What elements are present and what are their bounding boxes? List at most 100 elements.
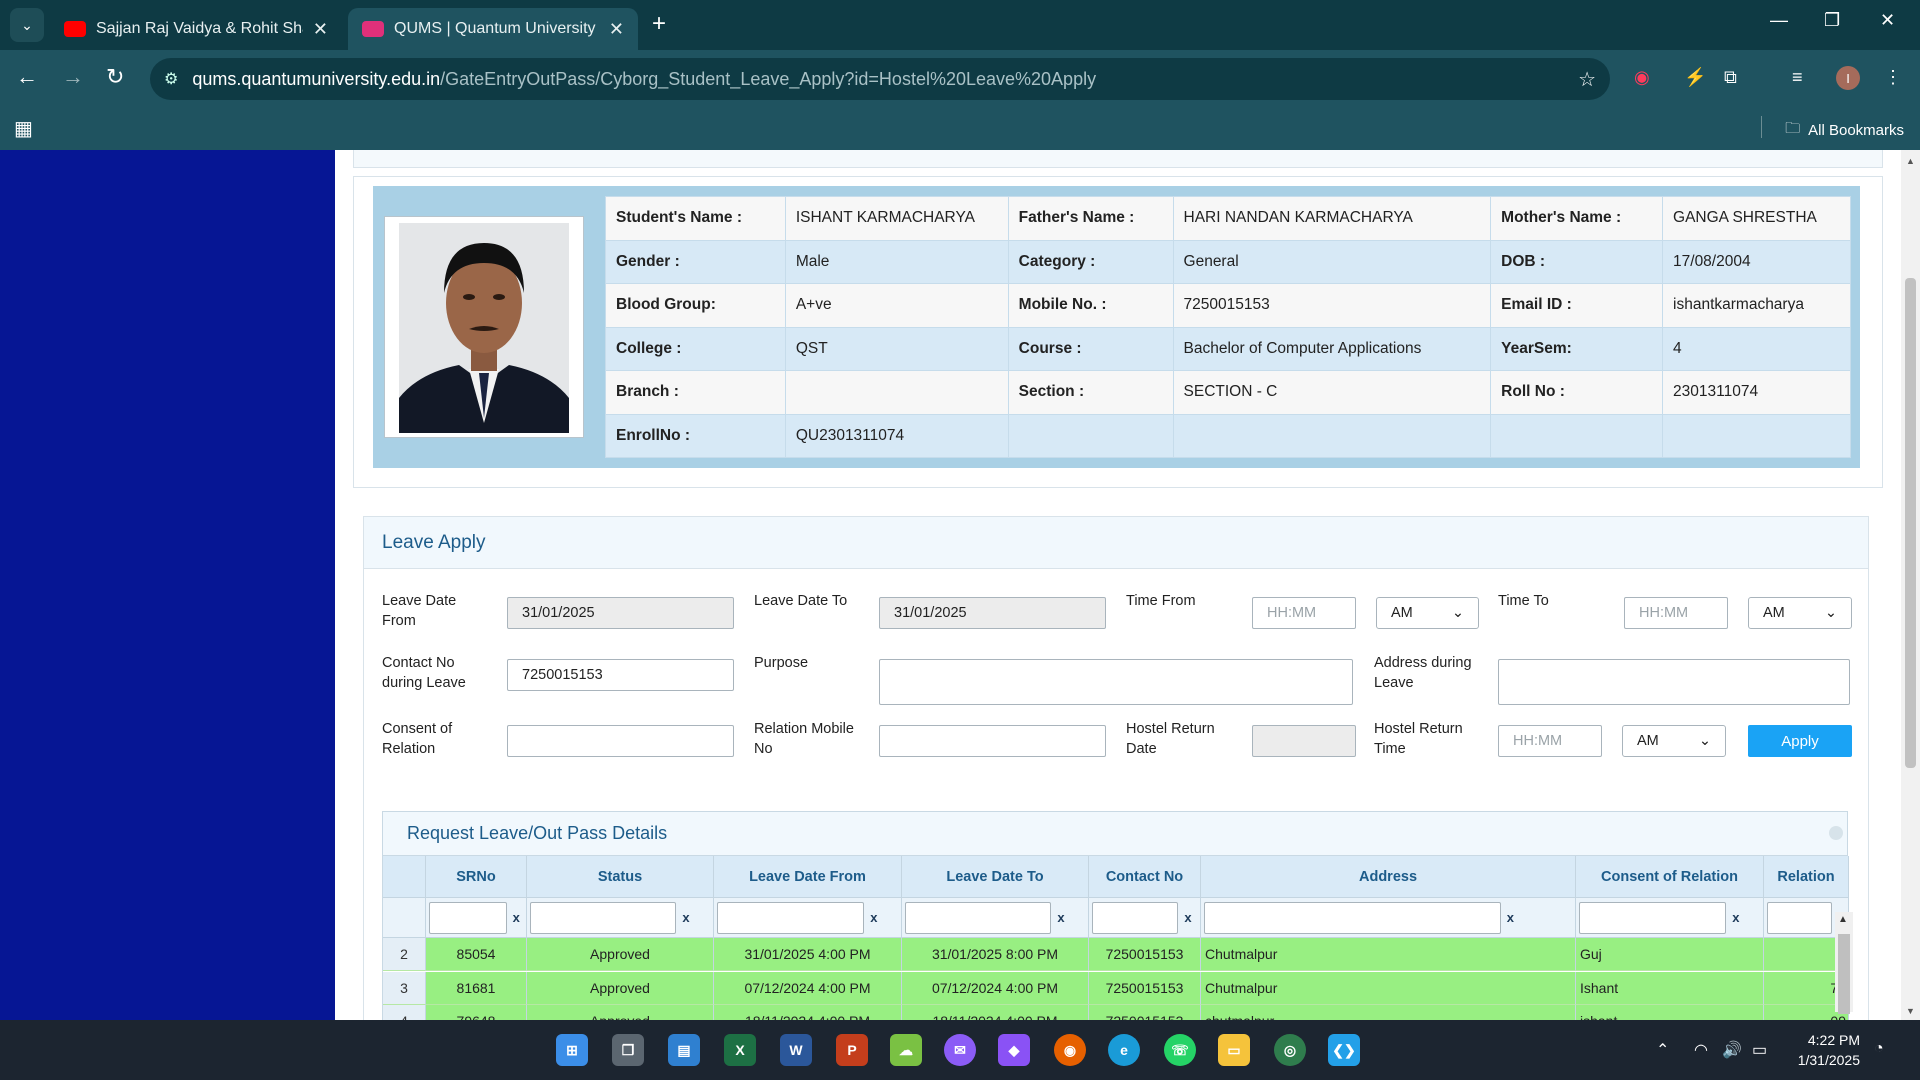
- excel-icon[interactable]: X: [724, 1034, 756, 1066]
- contact-input[interactable]: 7250015153: [507, 659, 734, 691]
- firefox-icon[interactable]: ◉: [1054, 1034, 1086, 1066]
- address-textarea[interactable]: [1498, 659, 1850, 705]
- wifi-icon[interactable]: ◠: [1694, 1040, 1708, 1060]
- hostel-return-ampm-select[interactable]: AM ⌄: [1622, 725, 1726, 757]
- hostel-return-date-label: Hostel Return Date: [1126, 721, 1215, 757]
- extension-record-icon[interactable]: ◉: [1634, 67, 1650, 88]
- vscode-icon[interactable]: ❮❯: [1328, 1034, 1360, 1066]
- onedrive-icon[interactable]: ☁: [890, 1034, 922, 1066]
- filter-input[interactable]: [1092, 901, 1179, 934]
- reload-icon[interactable]: ↻: [106, 64, 124, 90]
- scroll-up-icon[interactable]: ▲: [1906, 156, 1915, 166]
- clear-filter-icon[interactable]: x: [870, 910, 877, 925]
- powerpoint-icon[interactable]: P: [836, 1034, 868, 1066]
- extension-icon[interactable]: ⚡: [1684, 67, 1706, 88]
- media-control-icon[interactable]: ≡: [1792, 67, 1803, 88]
- forward-icon[interactable]: →: [62, 64, 84, 90]
- url-bar[interactable]: ⚙ qums.quantumuniversity.edu.in /GateEnt…: [150, 58, 1610, 100]
- column-header[interactable]: Leave Date From: [714, 856, 902, 898]
- tab-title: QUMS | Quantum University Ma: [394, 20, 599, 37]
- filter-input[interactable]: [1767, 901, 1832, 934]
- column-header[interactable]: Relation: [1764, 856, 1849, 898]
- table-row[interactable]: 2 85054 Approved 31/01/2025 4:00 PM 31/01/20…: [383, 938, 1849, 971]
- filter-input[interactable]: [1579, 901, 1727, 934]
- apply-button[interactable]: Apply: [1748, 725, 1852, 757]
- scroll-thumb[interactable]: [1838, 934, 1850, 1014]
- info-label: [1007, 413, 1174, 458]
- leave-date-from-input[interactable]: 31/01/2025: [507, 597, 734, 629]
- consent-input[interactable]: [507, 725, 734, 757]
- clear-filter-icon[interactable]: x: [513, 910, 520, 925]
- close-tab-icon[interactable]: ✕: [609, 19, 624, 40]
- clear-filter-icon[interactable]: x: [1184, 910, 1191, 925]
- time-from-input[interactable]: HH:MM: [1252, 597, 1356, 629]
- purpose-textarea[interactable]: [879, 659, 1353, 705]
- filter-input[interactable]: [905, 901, 1052, 934]
- time-from-ampm-select[interactable]: AM ⌄: [1376, 597, 1479, 629]
- site-info-icon[interactable]: ⚙: [164, 69, 178, 89]
- back-icon[interactable]: ←: [16, 64, 38, 90]
- extensions-puzzle-icon[interactable]: ⧉: [1724, 67, 1737, 88]
- close-window-icon[interactable]: ✕: [1880, 10, 1895, 31]
- hostel-return-time-input[interactable]: HH:MM: [1498, 725, 1602, 757]
- all-bookmarks-button[interactable]: 🗀 All Bookmarks: [1761, 116, 1904, 143]
- filter-input[interactable]: [530, 901, 677, 934]
- app-icon[interactable]: ◆: [998, 1034, 1030, 1066]
- new-tab-button[interactable]: +: [652, 10, 666, 38]
- folder-icon: 🗀: [1785, 120, 1801, 137]
- edge-icon[interactable]: e: [1108, 1034, 1140, 1066]
- tab-qums[interactable]: QUMS | Quantum University Ma ✕: [348, 8, 638, 50]
- leave-date-to-input[interactable]: 31/01/2025: [879, 597, 1106, 629]
- filter-input[interactable]: [717, 901, 865, 934]
- profile-avatar[interactable]: I: [1836, 66, 1860, 90]
- windows-start-icon[interactable]: ⊞: [556, 1034, 588, 1066]
- store-icon[interactable]: ▤: [668, 1034, 700, 1066]
- word-icon[interactable]: W: [780, 1034, 812, 1066]
- messenger-icon[interactable]: ✉: [944, 1034, 976, 1066]
- time-to-ampm-select[interactable]: AM ⌄: [1748, 597, 1852, 629]
- bookmark-star-icon[interactable]: ☆: [1578, 67, 1596, 92]
- battery-icon[interactable]: ▭: [1752, 1040, 1767, 1060]
- scroll-down-icon[interactable]: ▼: [1906, 1006, 1915, 1016]
- minimize-icon[interactable]: —: [1770, 10, 1788, 31]
- volume-icon[interactable]: 🔊: [1722, 1040, 1742, 1060]
- grid-scrollbar[interactable]: ▲: [1835, 912, 1853, 1014]
- notification-icon[interactable]: ◔: [1874, 1040, 1884, 1058]
- scroll-up-icon[interactable]: ▲: [1838, 914, 1848, 925]
- filter-input[interactable]: [429, 901, 507, 934]
- table-cell: Chutmalpur: [1201, 971, 1576, 1005]
- tab-search-button[interactable]: ⌄: [10, 8, 44, 42]
- page-scrollbar[interactable]: ▲ ▼: [1901, 150, 1920, 1020]
- column-header[interactable]: Address: [1201, 856, 1576, 898]
- hostel-return-date-input[interactable]: [1252, 725, 1356, 757]
- whatsapp-icon[interactable]: ☏: [1164, 1034, 1196, 1066]
- chrome-icon[interactable]: ◎: [1274, 1034, 1306, 1066]
- column-header[interactable]: Consent of Relation: [1576, 856, 1764, 898]
- system-clock[interactable]: 4:22 PM 1/31/2025: [1780, 1030, 1860, 1070]
- divider: [1761, 116, 1763, 138]
- purpose-label: Purpose: [754, 655, 809, 671]
- filter-input[interactable]: [1204, 901, 1501, 934]
- file-explorer-icon[interactable]: ▭: [1218, 1034, 1250, 1066]
- apps-grid-icon[interactable]: ▦: [14, 116, 33, 141]
- column-header[interactable]: Leave Date To: [902, 856, 1089, 898]
- relation-mobile-input[interactable]: [879, 725, 1106, 757]
- clear-filter-icon[interactable]: x: [1507, 910, 1514, 925]
- table-row[interactable]: 479648Approved18/11/2024 4:00 PM18/11/20…: [383, 1005, 1849, 1020]
- column-header[interactable]: SRNo: [426, 856, 527, 898]
- time-to-input[interactable]: HH:MM: [1624, 597, 1728, 629]
- chevron-up-icon[interactable]: ⌃: [1656, 1040, 1669, 1060]
- collapse-icon[interactable]: [1829, 826, 1843, 840]
- table-row[interactable]: 3 81681 Approved 07/12/2024 4:00 PM 07/12/20…: [383, 971, 1849, 1005]
- scroll-thumb[interactable]: [1905, 278, 1916, 768]
- task-view-icon[interactable]: ❐: [612, 1034, 644, 1066]
- restore-icon[interactable]: ❐: [1824, 10, 1840, 31]
- column-header[interactable]: Status: [527, 856, 714, 898]
- column-header[interactable]: Contact No: [1089, 856, 1201, 898]
- close-tab-icon[interactable]: ✕: [313, 19, 328, 40]
- tab-youtube[interactable]: Sajjan Raj Vaidya & Rohit Shakya ✕: [50, 8, 342, 50]
- clear-filter-icon[interactable]: x: [682, 910, 689, 925]
- clear-filter-icon[interactable]: x: [1732, 910, 1739, 925]
- clear-filter-icon[interactable]: x: [1057, 910, 1064, 925]
- menu-kebab-icon[interactable]: ⋮: [1884, 67, 1902, 88]
